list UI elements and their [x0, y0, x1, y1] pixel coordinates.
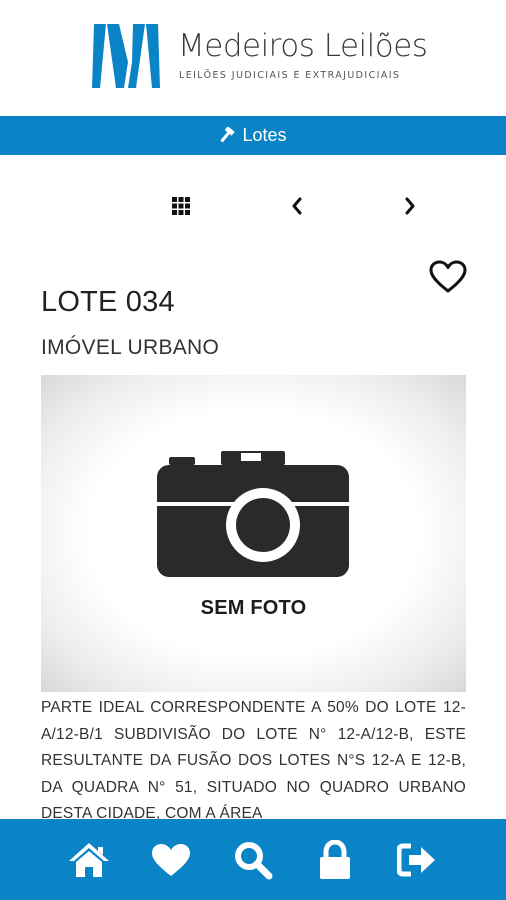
gavel-icon — [221, 126, 235, 142]
nav-login-button[interactable] — [294, 830, 376, 890]
no-photo-label: SEM FOTO — [200, 597, 307, 619]
chevron-left-icon — [292, 197, 302, 215]
lot-photo[interactable]: SEM FOTO — [41, 375, 466, 692]
lock-icon — [320, 839, 350, 879]
section-title: Lotes — [242, 125, 287, 145]
camera-icon — [157, 451, 349, 577]
nav-search-button[interactable] — [212, 830, 294, 890]
brand-logo — [92, 24, 160, 88]
heart-icon — [152, 843, 190, 876]
heart-outline-icon — [429, 260, 467, 293]
nav-home-button[interactable] — [48, 830, 130, 890]
nav-logout-button[interactable] — [376, 830, 458, 890]
lot-description: PARTE IDEAL CORRESPONDENTE A 50% DO LOTE… — [41, 699, 466, 822]
brand-tagline: LEILÕES JUDICIAIS E EXTRAJUDICIAIS — [179, 70, 401, 81]
grid-icon — [172, 197, 190, 215]
chevron-right-icon — [405, 197, 415, 215]
app-header: Medeiros Leilões LEILÕES JUDICIAIS E EXT… — [0, 0, 506, 116]
section-bar: Lotes — [0, 116, 506, 155]
lot-type: IMÓVEL URBANO — [41, 336, 220, 359]
grid-view-button[interactable] — [163, 188, 199, 224]
sign-out-icon — [397, 843, 435, 876]
next-lot-button[interactable] — [392, 188, 428, 224]
favorite-button[interactable] — [428, 258, 468, 296]
lot-title: LOTE 034 — [41, 286, 175, 318]
nav-favorites-button[interactable] — [130, 830, 212, 890]
brand-name: Medeiros Leilões — [178, 28, 428, 64]
home-icon — [69, 842, 109, 877]
lot-pager — [0, 188, 506, 224]
search-icon — [235, 841, 273, 879]
bottom-navigation — [0, 819, 506, 900]
previous-lot-button[interactable] — [279, 188, 315, 224]
